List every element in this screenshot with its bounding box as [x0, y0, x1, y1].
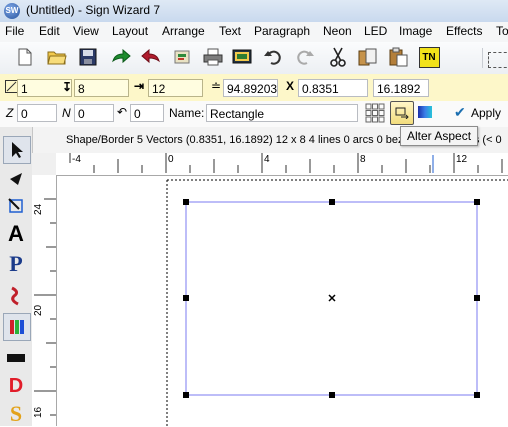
paragraph-tool-icon[interactable]: P	[3, 251, 29, 277]
color-bars-icon[interactable]	[3, 313, 31, 341]
ruler-label: 20	[33, 304, 44, 316]
bounding-box-icon[interactable]	[3, 193, 29, 219]
menu-led[interactable]: LED	[364, 24, 387, 38]
menu-bar: File Edit View Layout Arrange Text Parag…	[0, 22, 508, 43]
field-2-input[interactable]: 8	[74, 79, 129, 97]
alter-aspect-tooltip: Alter Aspect	[400, 126, 479, 146]
properties-row-2: Z 0 N 0 ↶ 0 Name: Rectangle ✔ Apply	[0, 101, 508, 128]
redo-arrow-icon[interactable]	[110, 46, 132, 68]
properties-row-1: 1 ↧ 8 ⇥ 12 ≐ 94.892037 X 0.8351 Y 16.189…	[0, 74, 508, 101]
scissors-icon[interactable]	[327, 46, 349, 68]
distort-tool-icon[interactable]: D	[3, 373, 29, 399]
name-input[interactable]: Rectangle	[206, 104, 358, 122]
tn-label: TN	[418, 46, 440, 68]
preview-icon[interactable]	[231, 46, 253, 68]
apply-button[interactable]: Apply	[471, 106, 501, 120]
horizontal-ruler: -4 0 4 8 12	[56, 153, 508, 176]
black-bar-icon[interactable]	[3, 345, 29, 371]
n-input[interactable]: 0	[74, 104, 114, 122]
page-boundary	[166, 179, 508, 426]
menu-paragraph[interactable]: Paragraph	[254, 24, 310, 38]
stroke-tool-icon[interactable]	[3, 283, 29, 309]
rotate-input[interactable]: 0	[130, 104, 164, 122]
new-document-icon[interactable]	[14, 46, 36, 68]
name-label: Name:	[169, 106, 205, 120]
x-input[interactable]: 0.8351	[298, 79, 368, 97]
open-folder-icon[interactable]	[46, 46, 68, 68]
menu-arrange[interactable]: Arrange	[162, 24, 205, 38]
y-input[interactable]: 16.1892	[373, 79, 429, 97]
field-4-input[interactable]: 94.892037	[223, 79, 278, 97]
rotate-icon: ↶	[117, 105, 128, 119]
main-toolbar: TN	[0, 42, 508, 75]
app-icon: SW	[4, 3, 20, 19]
menu-tools[interactable]: To	[496, 24, 508, 38]
select-arrow-icon[interactable]	[3, 136, 31, 164]
x-label: X	[286, 79, 295, 93]
ruler-label: 24	[33, 203, 44, 215]
alter-aspect-icon	[395, 107, 409, 119]
marquee-select-icon[interactable]	[488, 52, 508, 68]
n-label: N	[62, 106, 71, 120]
ruler-label: 16	[33, 406, 44, 418]
menu-text[interactable]: Text	[219, 24, 241, 38]
undo-arrow-icon[interactable]	[140, 46, 162, 68]
print-icon[interactable]	[202, 46, 224, 68]
vertical-ruler: 24 20 16	[32, 175, 57, 426]
window-title: (Untitled) - Sign Wizard 7	[26, 3, 161, 17]
text-tool-icon[interactable]: A	[3, 221, 29, 247]
field-3-input[interactable]: 12	[148, 79, 203, 97]
ruler-label: 8	[360, 154, 366, 165]
menu-edit[interactable]: Edit	[39, 24, 60, 38]
node-edit-icon[interactable]	[3, 166, 29, 192]
horizontal-ruler-ticks	[69, 153, 503, 173]
copy-icon[interactable]	[357, 46, 379, 68]
gradient-icon[interactable]	[418, 106, 432, 118]
canvas-drawing	[166, 179, 508, 426]
height-icon: ↧	[62, 80, 73, 94]
menu-view[interactable]: View	[73, 24, 99, 38]
toolbar-separator	[482, 48, 483, 68]
drawing-canvas[interactable]	[57, 176, 508, 426]
angle-icon: ≐	[211, 79, 222, 93]
width-arrows-icon: ⇥	[134, 79, 145, 93]
menu-image[interactable]: Image	[399, 24, 432, 38]
title-bar: SW (Untitled) - Sign Wizard 7	[0, 0, 508, 22]
cut-export-icon[interactable]	[172, 46, 194, 68]
menu-neon[interactable]: Neon	[323, 24, 352, 38]
menu-file[interactable]: File	[5, 24, 24, 38]
undo-rotate-icon[interactable]	[262, 46, 284, 68]
redo-rotate-icon[interactable]	[294, 46, 316, 68]
save-icon[interactable]	[77, 46, 99, 68]
center-marker	[328, 294, 336, 302]
z-input[interactable]: 0	[17, 104, 57, 122]
grid-align-icon[interactable]	[365, 103, 385, 126]
z-label: Z	[6, 106, 14, 120]
paste-icon[interactable]	[387, 46, 409, 68]
menu-effects[interactable]: Effects	[446, 24, 482, 38]
ruler-label: 0	[168, 154, 174, 165]
ruler-label: -4	[72, 154, 81, 165]
menu-layout[interactable]: Layout	[112, 24, 148, 38]
apply-check-icon[interactable]: ✔	[454, 104, 466, 121]
ruler-label: 4	[264, 154, 270, 165]
tn-icon[interactable]: TN	[418, 46, 440, 68]
alter-aspect-button[interactable]	[390, 101, 414, 125]
tool-palette: A P D S	[0, 127, 33, 426]
ruler-corner	[32, 153, 56, 175]
s-tool-icon[interactable]: S	[3, 401, 29, 427]
ruler-label: 12	[456, 154, 468, 165]
